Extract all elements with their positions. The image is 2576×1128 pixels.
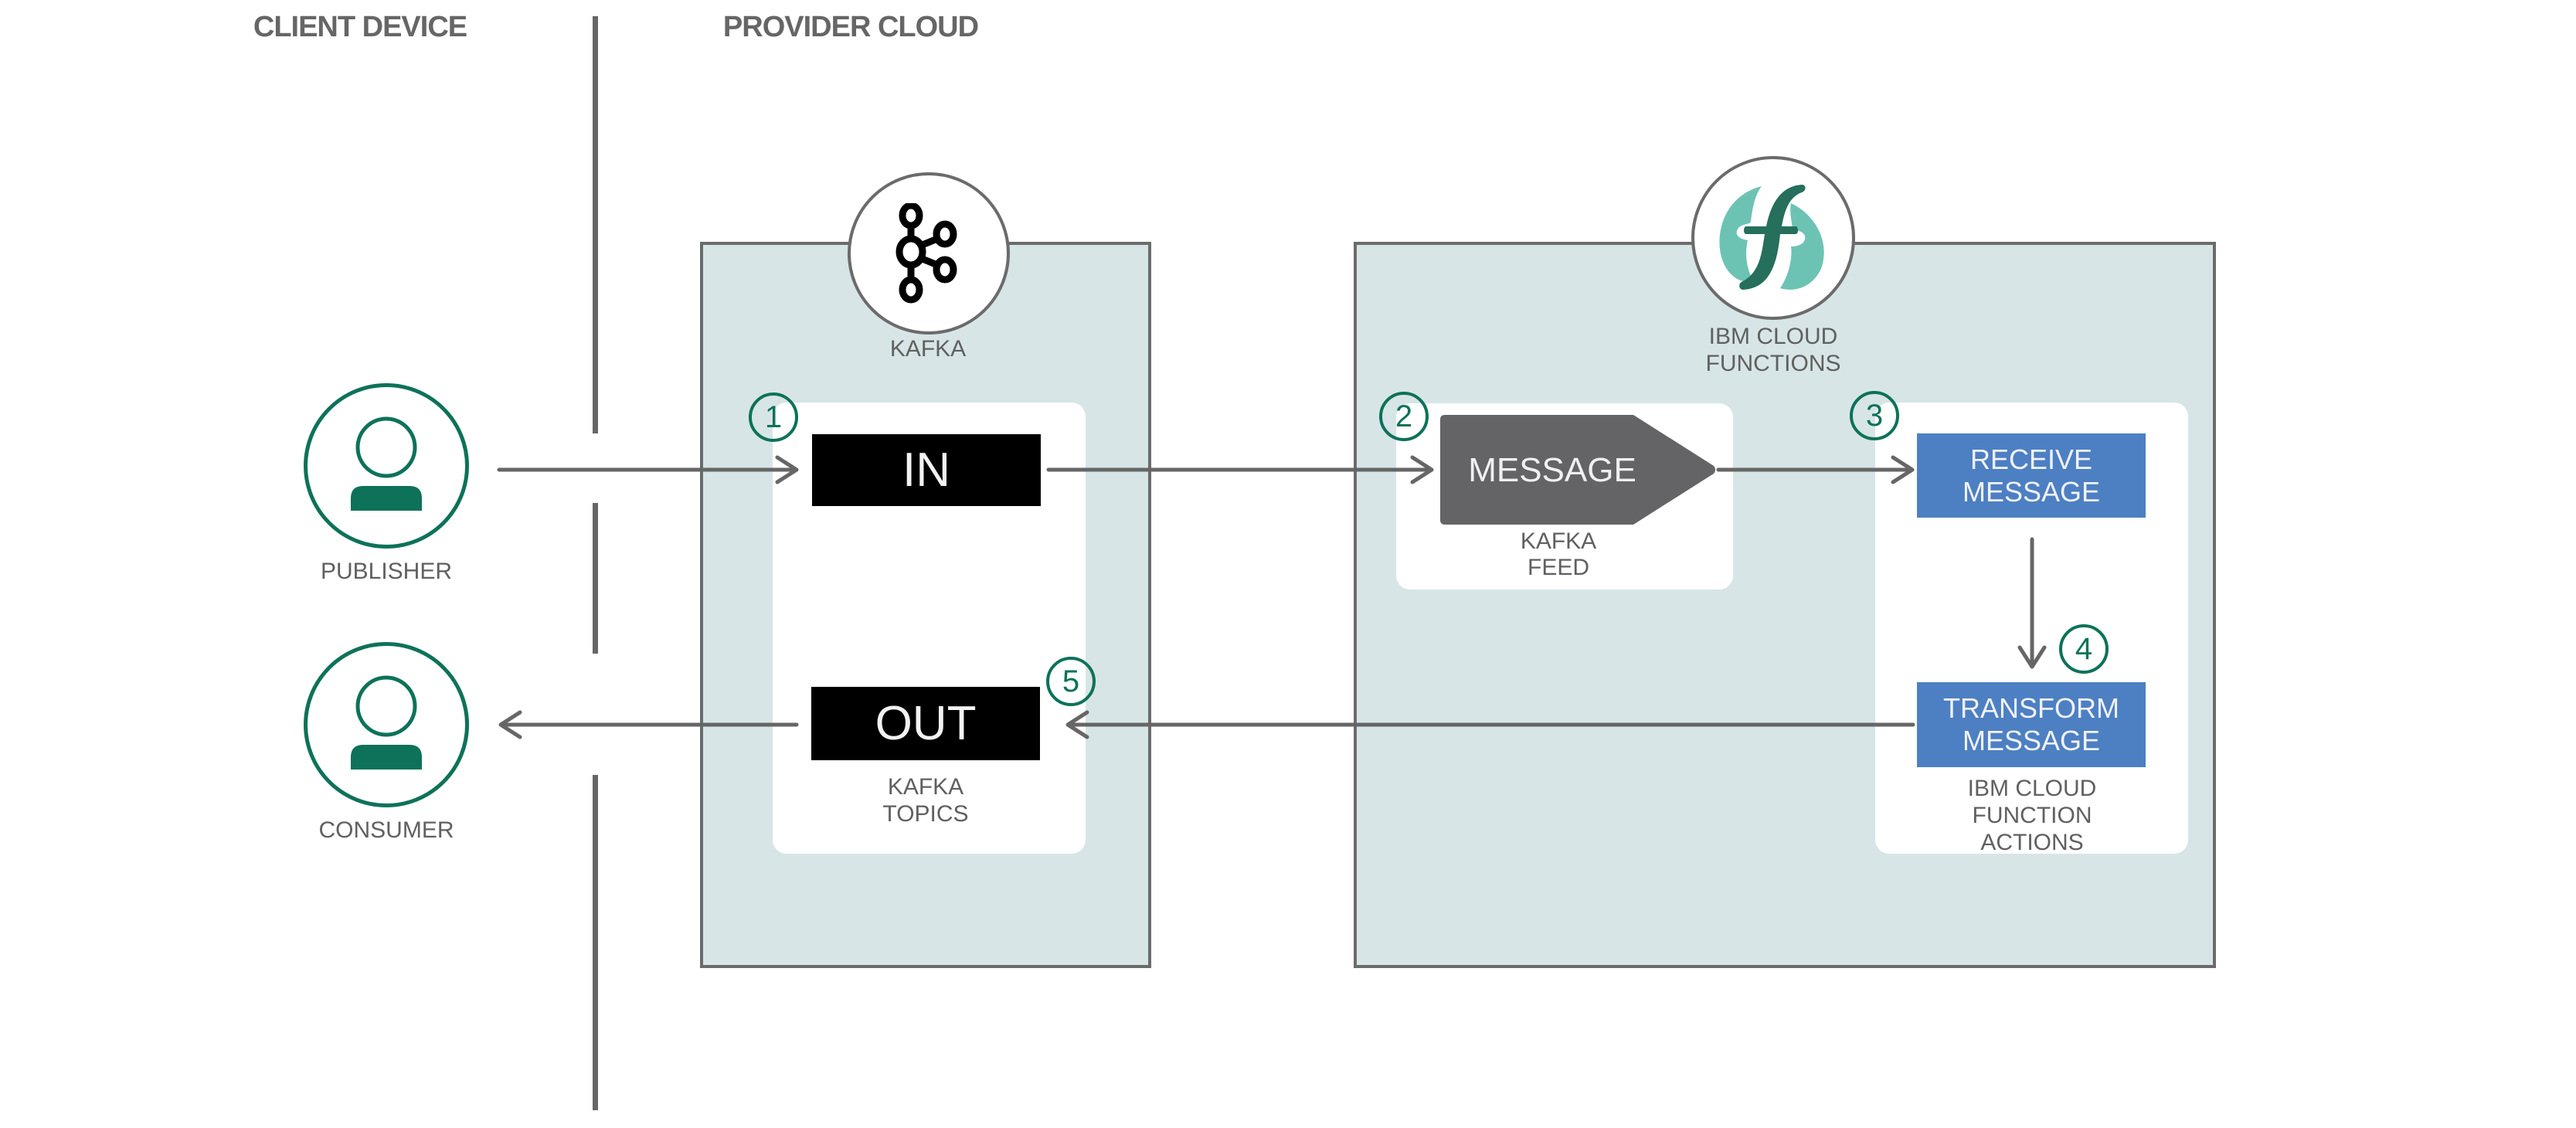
- transform-label-2: MESSAGE: [1962, 725, 2101, 756]
- step-badge-1: 1: [749, 392, 798, 442]
- arrow-publisher-to-in: [497, 455, 799, 484]
- actions-label-3: ACTIONS: [1980, 830, 2084, 855]
- step-badge-5: 5: [1046, 657, 1096, 706]
- step-badge-4: 4: [2059, 624, 2109, 674]
- flow-connectors: [497, 455, 2047, 739]
- kafka-topics-label-1: KAFKA: [887, 774, 964, 800]
- transform-message-action[interactable]: TRANSFORM MESSAGE: [1917, 682, 2146, 767]
- kafka-in-label: IN: [902, 443, 950, 497]
- arrow-in-to-message: [1046, 455, 1434, 484]
- step-badge-2: 2: [1379, 392, 1429, 441]
- arrow-message-to-receive: [1716, 455, 1915, 484]
- kafka-out-label: OUT: [875, 697, 977, 750]
- arrow-transform-to-out: [1065, 710, 1915, 739]
- kafka-out-topic[interactable]: OUT: [811, 687, 1040, 760]
- arrow-out-to-consumer: [498, 710, 799, 739]
- kafka-feed-label-2: FEED: [1527, 555, 1590, 580]
- step-badge-3: 3: [1850, 391, 1899, 440]
- transform-label-1: TRANSFORM: [1943, 692, 2119, 724]
- actions-label-2: FUNCTION: [1972, 803, 2092, 828]
- arrow-receive-to-transform: [2017, 537, 2047, 669]
- kafka-in-topic[interactable]: IN: [812, 434, 1041, 506]
- actions-label-1: IBM CLOUD: [1967, 776, 2097, 801]
- receive-label-1: RECEIVE: [1969, 443, 2093, 475]
- message-label: MESSAGE: [1468, 450, 1636, 489]
- receive-label-2: MESSAGE: [1962, 475, 2101, 508]
- kafka-feed-label-1: KAFKA: [1520, 528, 1597, 554]
- receive-message-action[interactable]: RECEIVE MESSAGE: [1917, 433, 2146, 518]
- kafka-topics-label-2: TOPICS: [882, 801, 969, 827]
